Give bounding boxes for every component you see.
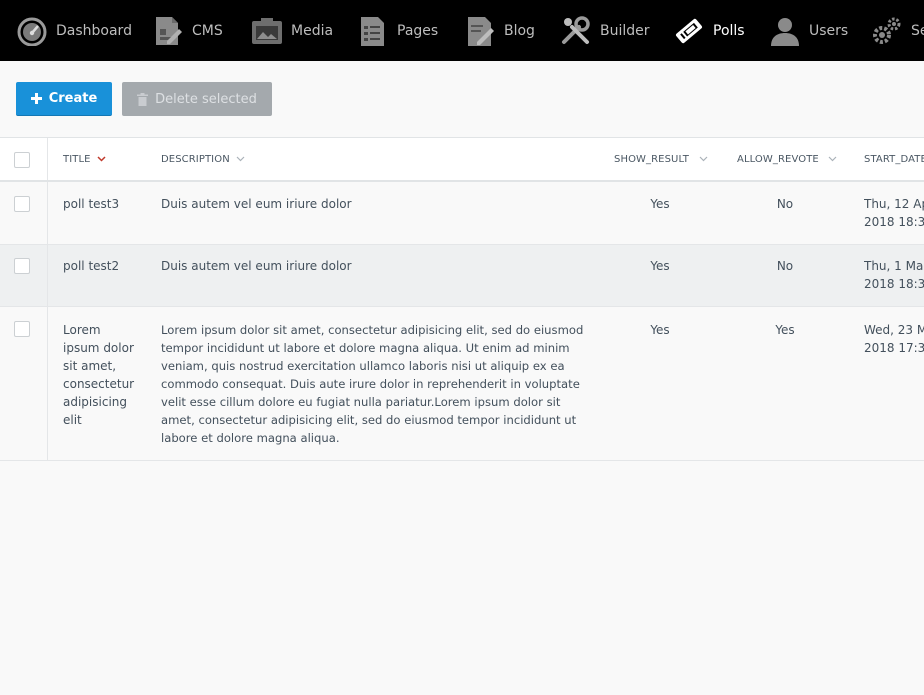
chevron-down-icon — [236, 154, 245, 165]
nav-item-polls[interactable]: Polls — [673, 0, 745, 61]
column-divider — [47, 182, 48, 244]
nav-label-settings: Se — [911, 22, 924, 39]
column-header-allow-revote[interactable]: ALLOW_REVOTE — [737, 138, 837, 180]
plus-icon — [30, 93, 42, 104]
table-header: TITLE DESCRIPTION SHOW_RESULT ALLOW_REVO… — [0, 137, 924, 182]
cell-start-date-line1: Thu, 1 Mar — [864, 259, 924, 273]
dashboard-icon — [16, 15, 48, 47]
cell-show-result: Yes — [650, 259, 670, 273]
polls-table: TITLE DESCRIPTION SHOW_RESULT ALLOW_REVO… — [0, 137, 924, 461]
nav-item-media[interactable]: Media — [251, 0, 333, 61]
nav-item-dashboard[interactable]: Dashboard — [16, 0, 132, 61]
cms-icon — [152, 15, 184, 47]
table-row[interactable]: poll test3 Duis autem vel eum iriure dol… — [0, 182, 924, 245]
cell-description: Lorem ipsum dolor sit amet, consectetur … — [161, 323, 584, 445]
delete-selected-button[interactable]: Delete selected — [122, 82, 272, 116]
cell-title[interactable]: poll test3 — [63, 195, 143, 213]
cell-allow-revote: Yes — [775, 323, 795, 337]
nav-item-settings[interactable]: Se — [871, 0, 924, 61]
cell-allow-revote: No — [776, 259, 794, 273]
cell-start-date-line1: Thu, 12 Ap — [864, 197, 924, 211]
row-checkbox[interactable] — [14, 258, 30, 274]
polls-icon — [673, 15, 705, 47]
sort-desc-icon — [97, 154, 106, 165]
cell-allow-revote: No — [776, 197, 794, 211]
column-divider — [47, 307, 48, 460]
row-checkbox[interactable] — [14, 196, 30, 212]
column-header-title[interactable]: TITLE — [63, 138, 106, 180]
column-header-allow-revote-label: ALLOW_REVOTE — [737, 153, 819, 165]
nav-label-media: Media — [291, 22, 334, 39]
nav-item-blog[interactable]: Blog — [464, 0, 535, 61]
column-header-start-date-label: START_DATE — [864, 153, 924, 165]
delete-selected-label: Delete selected — [155, 91, 257, 107]
cell-description: Duis autem vel eum iriure dolor — [161, 197, 352, 211]
nav-item-cms[interactable]: CMS — [152, 0, 223, 61]
nav-label-builder: Builder — [600, 22, 650, 39]
blog-icon — [464, 15, 496, 47]
cell-start-date-line1: Wed, 23 M — [864, 323, 924, 337]
cell-start-date: Wed, 23 M 2018 17:30 — [864, 321, 924, 357]
nav-label-dashboard: Dashboard — [56, 22, 132, 39]
settings-icon — [871, 15, 903, 47]
trash-icon — [137, 92, 149, 106]
column-divider — [47, 245, 48, 306]
column-header-description[interactable]: DESCRIPTION — [161, 138, 245, 180]
select-all-checkbox[interactable] — [14, 152, 30, 168]
column-header-show-result-label: SHOW_RESULT — [614, 153, 689, 165]
cell-start-date-line2: 2018 17:30 — [864, 341, 924, 355]
nav-label-cms: CMS — [192, 22, 223, 39]
nav-item-pages[interactable]: Pages — [357, 0, 438, 61]
cell-start-date-line2: 2018 18:36 — [864, 215, 924, 229]
nav-label-pages: Pages — [397, 22, 439, 39]
create-button-label: Create — [48, 91, 98, 106]
builder-icon — [560, 15, 592, 47]
nav-label-users: Users — [809, 22, 849, 39]
cell-start-date-line2: 2018 18:32 — [864, 277, 924, 291]
nav-label-polls: Polls — [713, 22, 745, 39]
row-checkbox[interactable] — [14, 321, 30, 337]
cell-start-date: Thu, 1 Mar 2018 18:32 — [864, 257, 924, 293]
table-row[interactable]: poll test2 Duis autem vel eum iriure dol… — [0, 245, 924, 307]
nav-item-users[interactable]: Users — [769, 0, 848, 61]
column-header-start-date[interactable]: START_DATE — [864, 138, 924, 180]
cell-description: Duis autem vel eum iriure dolor — [161, 259, 352, 273]
column-header-title-label: TITLE — [63, 153, 91, 165]
cell-title[interactable]: poll test2 — [63, 257, 143, 275]
column-divider — [47, 138, 48, 180]
nav-item-builder[interactable]: Builder — [560, 0, 650, 61]
toolbar: Create Delete selected — [0, 61, 924, 137]
cell-title[interactable]: Lorem ipsum dolor sit amet, consectetur … — [63, 321, 139, 429]
table-row[interactable]: Lorem ipsum dolor sit amet, consectetur … — [0, 307, 924, 461]
top-navigation: Dashboard CMS Media Pages Blog Builder P… — [0, 0, 924, 61]
nav-label-blog: Blog — [504, 22, 535, 39]
column-header-description-label: DESCRIPTION — [161, 153, 230, 165]
cell-show-result: Yes — [650, 323, 670, 337]
column-header-show-result[interactable]: SHOW_RESULT — [614, 138, 708, 180]
create-button[interactable]: Create — [16, 82, 112, 116]
chevron-down-icon — [699, 154, 708, 165]
cell-start-date: Thu, 12 Ap 2018 18:36 — [864, 195, 924, 231]
chevron-down-icon — [828, 154, 837, 165]
media-icon — [251, 15, 283, 47]
pages-icon — [357, 15, 389, 47]
users-icon — [769, 15, 801, 47]
cell-show-result: Yes — [650, 197, 670, 211]
